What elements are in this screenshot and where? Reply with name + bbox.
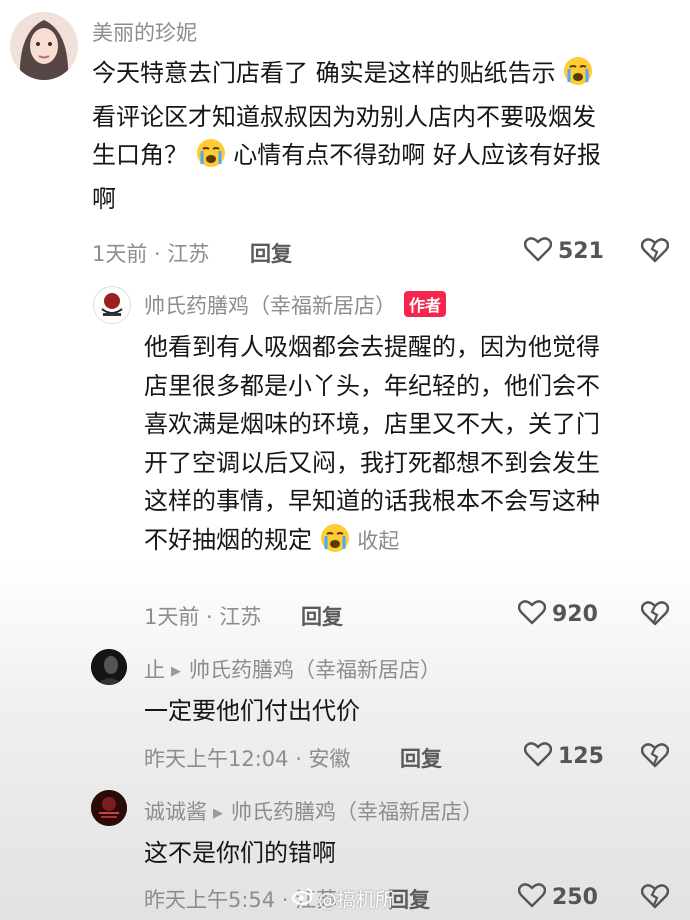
comment-line: 这样的事情，早知道的话我根本不会写这种	[144, 487, 600, 515]
heart-outline-icon	[523, 741, 553, 771]
broken-heart-icon	[640, 601, 670, 630]
like-count: 250	[552, 884, 598, 910]
shop-avatar[interactable]	[93, 286, 131, 324]
like-count: 920	[552, 601, 598, 627]
like-count: 125	[558, 743, 604, 769]
author-name[interactable]: 帅氏药膳鸡（幸福新居店）	[144, 294, 396, 318]
crying-face-emoji-icon	[320, 523, 350, 565]
weibo-logo-icon	[291, 887, 314, 910]
heart-outline-icon	[517, 882, 547, 912]
reply-button[interactable]: 回复	[301, 601, 343, 631]
comment-line: 喜欢满是烟味的环境，店里又不大，关了门	[144, 410, 600, 438]
comment-time-location: 1天前 · 江苏	[92, 242, 210, 266]
reply-button[interactable]: 回复	[400, 743, 442, 773]
user-avatar[interactable]	[10, 12, 78, 80]
dislike-button[interactable]	[640, 883, 670, 913]
comment-line: 店里很多都是小丫头，年纪轻的，他们会不	[144, 371, 600, 400]
watermark-text: @搞机所	[317, 889, 394, 911]
dislike-button[interactable]	[640, 237, 670, 267]
author-badge: 作者	[404, 291, 447, 317]
comment-text: 这不是你们的错啊	[144, 839, 336, 867]
reply-username[interactable]: 诚诚酱	[144, 800, 207, 824]
comment-line: 啊	[92, 184, 116, 213]
crying-face-emoji-icon	[196, 138, 226, 180]
like-button[interactable]: 920	[517, 599, 598, 629]
like-button[interactable]: 125	[523, 741, 604, 771]
dislike-button[interactable]	[640, 742, 670, 772]
user-avatar[interactable]	[91, 790, 127, 826]
comment-text: 今天特意去门店看了 确实是这样的贴纸告示 看评论区才知道叔叔因为劝别人店内不要吸…	[92, 54, 662, 218]
crying-face-emoji-icon	[563, 56, 593, 98]
comment-time-location: 1天前 · 江苏	[144, 605, 262, 629]
comment-line: 开了空调以后又闷，我打死都想不到会发生	[144, 448, 600, 477]
reply-button[interactable]: 回复	[250, 238, 292, 268]
comment-time-location: 昨天上午12:04 · 安徽	[144, 747, 351, 771]
like-button[interactable]: 250	[517, 882, 598, 912]
user-avatar[interactable]	[91, 649, 127, 685]
triangle-right-icon: ▶	[171, 664, 181, 679]
comment-line: 看评论区才知道叔叔因为劝别人店内不要吸烟发	[92, 102, 596, 131]
comment-line: 不好抽烟的规定	[144, 525, 312, 554]
reply-username[interactable]: 止	[144, 658, 165, 682]
like-button[interactable]: 521	[523, 236, 604, 266]
comment-text: 他看到有人吸烟都会去提醒的，因为他觉得 店里很多都是小丫头，年纪轻的，他们会不 …	[144, 328, 674, 564]
comment-line: 他看到有人吸烟都会去提醒的，因为他觉得	[144, 333, 600, 361]
broken-heart-icon	[640, 238, 670, 267]
heart-outline-icon	[517, 599, 547, 629]
comment-line: 生口角？	[92, 141, 188, 169]
dislike-button[interactable]	[640, 600, 670, 630]
comment-username[interactable]: 帅氏药膳鸡（幸福新居店） 作者	[144, 290, 447, 320]
triangle-right-icon: ▶	[213, 806, 223, 821]
comment-line: 心情有点不得劲啊 好人应该有好报	[233, 141, 601, 169]
reply-target[interactable]: 帅氏药膳鸡（幸福新居店）	[189, 658, 441, 682]
collapse-button[interactable]: 收起	[357, 529, 399, 553]
reply-target[interactable]: 帅氏药膳鸡（幸福新居店）	[231, 800, 483, 824]
comment-username[interactable]: 诚诚酱 ▶ 帅氏药膳鸡（幸福新居店）	[144, 796, 483, 826]
watermark: @搞机所	[291, 885, 394, 912]
comment-username[interactable]: 美丽的珍妮	[92, 17, 197, 47]
broken-heart-icon	[640, 884, 670, 913]
heart-outline-icon	[523, 236, 553, 266]
comment-username[interactable]: 止 ▶ 帅氏药膳鸡（幸福新居店）	[144, 654, 441, 684]
comment-line: 今天特意去门店看了 确实是这样的贴纸告示	[92, 59, 556, 87]
broken-heart-icon	[640, 743, 670, 772]
like-count: 521	[558, 238, 604, 264]
reply-button[interactable]: 回复	[388, 884, 430, 914]
comment-text: 一定要他们付出代价	[144, 697, 360, 725]
